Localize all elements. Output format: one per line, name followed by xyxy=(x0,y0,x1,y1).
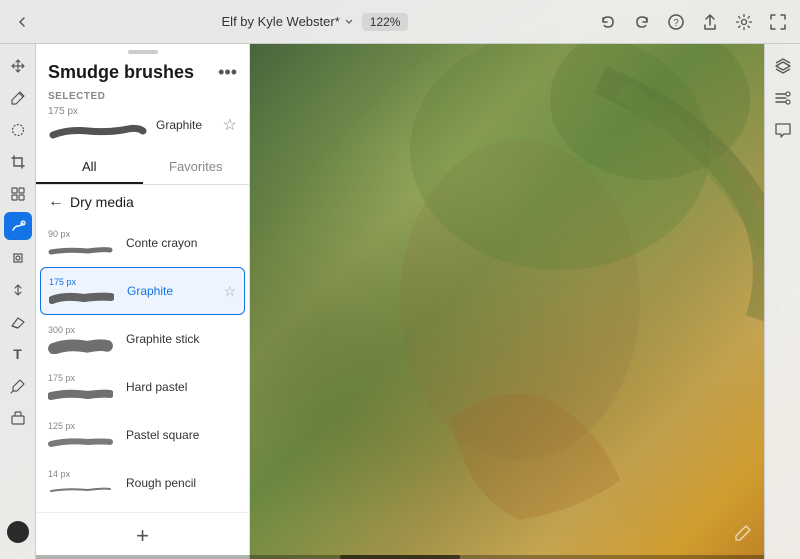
selected-star-icon[interactable]: ☆ xyxy=(223,115,237,135)
tool-lasso[interactable] xyxy=(4,116,32,144)
tool-type[interactable]: T xyxy=(4,340,32,368)
settings-button[interactable] xyxy=(734,12,754,32)
brush-name-rough-pencil: Rough pencil xyxy=(126,476,237,490)
share-button[interactable] xyxy=(700,12,720,32)
brush-name-hard-pastel: Hard pastel xyxy=(126,380,237,394)
brush-name-pastel-square: Pastel square xyxy=(126,428,237,442)
redo-button[interactable] xyxy=(632,12,652,32)
tool-pattern[interactable] xyxy=(4,180,32,208)
tab-favorites[interactable]: Favorites xyxy=(143,151,250,184)
brush-list: 90 px Conte crayon 175 px Graphite ☆ 300… xyxy=(36,219,249,512)
left-toolbar: T xyxy=(0,44,36,559)
tool-brush[interactable] xyxy=(4,84,32,112)
brush-item-selected[interactable]: 175 px Graphite ☆ xyxy=(40,267,245,315)
tool-layers[interactable] xyxy=(769,52,797,80)
back-button[interactable] xyxy=(12,12,32,32)
back-arrow-icon[interactable]: ← xyxy=(48,193,64,211)
brush-name-graphite-stick: Graphite stick xyxy=(126,332,237,346)
tool-move[interactable] xyxy=(4,52,32,80)
category-nav: ← Dry media xyxy=(36,185,249,219)
tool-smudge[interactable] xyxy=(4,212,32,240)
panel-title: Smudge brushes xyxy=(48,62,194,83)
brush-preview-graphite-stick: 300 px xyxy=(48,325,118,354)
brush-name-graphite: Graphite xyxy=(127,284,215,298)
bottom-indicator xyxy=(340,555,460,559)
selected-brush: 175 px Graphite ☆ xyxy=(48,106,237,143)
tabs-row: All Favorites xyxy=(36,151,249,185)
file-name: Elf by Kyle Webster* xyxy=(222,14,340,29)
brush-preview-hard-pastel: 175 px xyxy=(48,373,118,402)
selected-brush-preview: 175 px xyxy=(48,106,148,143)
brush-star-graphite[interactable]: ☆ xyxy=(223,283,236,300)
type-icon-label: T xyxy=(13,346,22,362)
brush-preview-graphite: 175 px xyxy=(49,277,119,306)
tab-all-label: All xyxy=(82,159,96,174)
brush-item[interactable]: 90 px Conte crayon xyxy=(36,219,249,267)
selected-section: SELECTED 175 px Graphite ☆ xyxy=(36,91,249,151)
brush-item[interactable]: 175 px Hard pastel xyxy=(36,363,249,411)
panel-more-button[interactable]: ••• xyxy=(218,62,237,83)
selected-label: SELECTED xyxy=(48,91,237,102)
right-toolbar xyxy=(764,44,800,559)
panel-header: Smudge brushes ••• xyxy=(36,58,249,91)
brush-preview-pastel-square: 125 px xyxy=(48,421,118,450)
tool-properties[interactable] xyxy=(769,84,797,112)
add-brush-button[interactable]: + xyxy=(128,521,158,551)
undo-button[interactable] xyxy=(598,12,618,32)
brush-name-conte: Conte crayon xyxy=(126,236,237,250)
zoom-badge[interactable]: 122% xyxy=(362,13,409,31)
svg-text:?: ? xyxy=(673,18,679,29)
panel-handle xyxy=(128,50,158,54)
toolbar-left xyxy=(12,12,32,32)
toolbar-center: Elf by Kyle Webster* 122% xyxy=(222,13,409,31)
tool-eraser[interactable] xyxy=(4,308,32,336)
add-button-row: + xyxy=(36,512,249,559)
tab-favorites-label: Favorites xyxy=(169,159,222,174)
file-title[interactable]: Elf by Kyle Webster* xyxy=(222,14,354,29)
tool-crop[interactable] xyxy=(4,148,32,176)
brush-item[interactable]: 125 px Pastel square xyxy=(36,411,249,459)
help-button[interactable]: ? xyxy=(666,12,686,32)
bottom-bar xyxy=(36,555,764,559)
brush-panel: Smudge brushes ••• SELECTED 175 px Graph… xyxy=(36,44,250,559)
category-name: Dry media xyxy=(70,194,134,210)
tool-eyedropper[interactable] xyxy=(4,372,32,400)
fullscreen-button[interactable] xyxy=(768,12,788,32)
tool-transform[interactable] xyxy=(4,276,32,304)
toolbar-right: ? xyxy=(598,12,788,32)
tab-all[interactable]: All xyxy=(36,151,143,184)
brush-preview-rough-pencil: 14 px xyxy=(48,469,118,498)
brush-item[interactable]: 300 px Graphite stick xyxy=(36,315,249,363)
brush-preview-conte: 90 px xyxy=(48,229,118,258)
canvas-edit-icon xyxy=(734,524,752,547)
top-toolbar: Elf by Kyle Webster* 122% ? xyxy=(0,0,800,44)
selected-brush-stroke xyxy=(48,119,148,143)
tool-clone[interactable] xyxy=(4,244,32,272)
tool-comments[interactable] xyxy=(769,116,797,144)
selected-brush-size: 175 px xyxy=(48,106,78,117)
brush-item[interactable]: 14 px Rough pencil xyxy=(36,459,249,507)
selected-brush-name: Graphite xyxy=(156,118,215,132)
tool-library[interactable] xyxy=(4,404,32,432)
color-swatch[interactable] xyxy=(7,521,29,543)
